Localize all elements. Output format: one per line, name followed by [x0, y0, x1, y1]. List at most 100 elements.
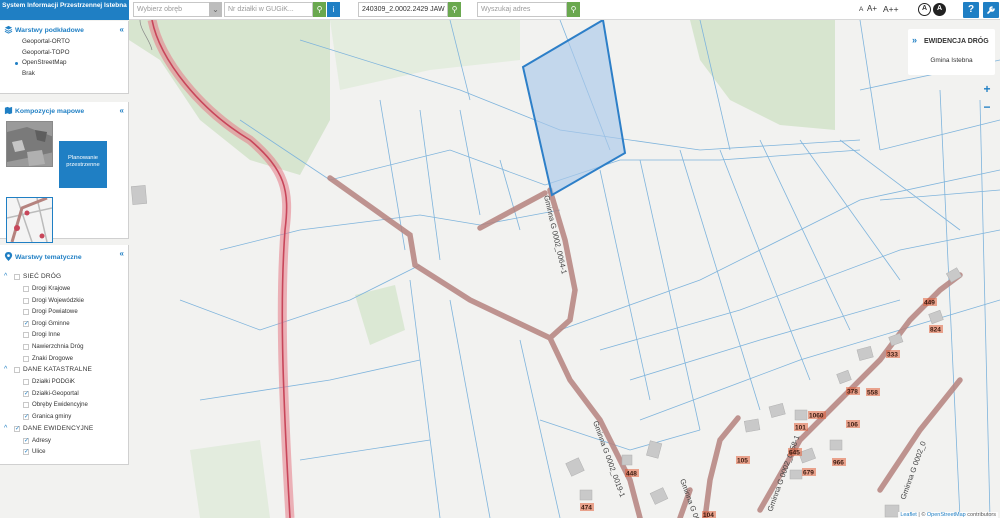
layer-item[interactable]: Obręby Ewidencyjne	[0, 399, 128, 411]
house-number: 474	[581, 505, 592, 512]
address-search-icon[interactable]: ⚲	[567, 2, 580, 17]
meadow-area	[190, 440, 270, 518]
checkbox[interactable]	[23, 297, 29, 304]
checkbox-checked[interactable]: ✓	[23, 390, 29, 397]
base-layer-label: Geoportal-TOPO	[22, 48, 70, 56]
help-button[interactable]: ?	[963, 2, 979, 18]
group-label: DANE EWIDENCYJNE	[23, 424, 94, 432]
layer-group-cadastral[interactable]: ^ DANE KATASTRALNE	[0, 364, 128, 376]
layer-item[interactable]: Znaki Drogowe	[0, 353, 128, 365]
wrench-icon[interactable]	[983, 2, 999, 18]
zoom-out-button[interactable]: −	[980, 100, 994, 114]
base-layer-option[interactable]: OpenStreetMap	[0, 58, 128, 69]
map-canvas[interactable]: Gminna G 0002_0064-1 Gminna G 0002_0019-…	[0, 0, 1000, 518]
map-icon	[4, 106, 13, 115]
region-select[interactable]: Wybierz obręb	[133, 2, 210, 17]
thematic-title: Warstwy tematyczne	[15, 254, 82, 261]
expand-icon[interactable]: »	[912, 35, 917, 45]
region-dropdown-icon[interactable]: ⌄	[209, 2, 222, 17]
layer-item[interactable]: Nawierzchnia Dróg	[0, 341, 128, 353]
attribution-separator: | ©	[916, 512, 927, 518]
radio-icon[interactable]	[15, 62, 18, 65]
osm-link[interactable]: OpenStreetMap	[927, 512, 966, 518]
layer-label: Drogi Powiatowe	[32, 308, 78, 316]
layer-item[interactable]: Drogi Powiatowe	[0, 306, 128, 318]
house-number: 1060	[809, 413, 824, 420]
layer-group-roads[interactable]: ^ SIEĆ DRÓG	[0, 271, 128, 283]
base-layer-label: OpenStreetMap	[22, 59, 67, 66]
orthophoto-composition-thumbnail[interactable]	[6, 121, 53, 167]
house-number: 448	[626, 471, 637, 478]
checkbox[interactable]	[14, 367, 20, 374]
house-number: 333	[887, 352, 898, 359]
checkbox-checked[interactable]: ✓	[23, 449, 29, 456]
font-medium-button[interactable]: A+	[867, 4, 877, 13]
base-layer-option[interactable]: Geoportal-ORTO	[0, 37, 128, 48]
road-registry-subtitle: Gmina Istebna	[930, 57, 973, 64]
attribution-tail: contributors	[965, 512, 996, 518]
base-layers-panel: Warstwy podkładowe « Geoportal-ORTO Geop…	[0, 21, 129, 94]
map-pin-icon	[4, 252, 13, 261]
parcel-search-icon[interactable]: ⚲	[313, 2, 326, 17]
checkbox[interactable]	[23, 379, 29, 386]
chevron-up-icon[interactable]: ^	[4, 364, 8, 376]
chevron-up-icon[interactable]: ^	[4, 423, 8, 435]
radio-icon[interactable]	[15, 41, 18, 44]
layer-item[interactable]: Drogi Inne	[0, 329, 128, 341]
planning-composition-button[interactable]: Planowanie przestrzenne	[59, 141, 107, 188]
layer-item[interactable]: ✓ Adresy	[0, 435, 128, 447]
checkbox-checked[interactable]: ✓	[23, 320, 29, 327]
collapse-icon[interactable]: «	[120, 106, 124, 115]
collapse-icon[interactable]: «	[120, 249, 124, 258]
layer-label: Drogi Gminne	[32, 319, 70, 327]
thematic-layers-panel: Warstwy tematyczne « ^ SIEĆ DRÓG Drogi Kr…	[0, 245, 129, 465]
layer-item[interactable]: Działki PODGiK	[0, 376, 128, 388]
checkbox[interactable]	[23, 343, 29, 350]
leaflet-link[interactable]: Leaflet	[900, 512, 917, 518]
parcel-id-search-icon[interactable]: ⚲	[448, 2, 461, 17]
checkbox-checked[interactable]: ✓	[23, 413, 29, 420]
address-search-input[interactable]: Wyszukaj adres	[477, 2, 567, 17]
contrast-high-button[interactable]: A	[933, 3, 946, 16]
layer-item[interactable]: ✓ Działki-Geoportal	[0, 388, 128, 400]
house-number: 104	[703, 512, 714, 518]
layers-icon	[4, 25, 13, 34]
font-large-button[interactable]: A++	[883, 4, 899, 14]
zoom-in-button[interactable]: +	[980, 82, 994, 96]
checkbox[interactable]	[23, 355, 29, 362]
house-number: 105	[737, 458, 748, 465]
layer-item[interactable]: ✓ Granica gminy	[0, 411, 128, 423]
radio-icon[interactable]	[15, 72, 18, 76]
font-small-button[interactable]: A	[859, 6, 863, 13]
layer-label: Działki-Geoportal	[32, 389, 79, 397]
checkbox[interactable]	[23, 402, 29, 409]
layer-label: Działki PODGiK	[32, 378, 76, 386]
collapse-icon[interactable]: «	[120, 25, 124, 34]
layer-label: Drogi Inne	[32, 331, 61, 339]
parcel-id-field[interactable]: 240309_2.0002.2429 JAW	[358, 2, 448, 17]
layer-item[interactable]: ✓ Drogi Gminne	[0, 318, 128, 330]
checkbox-checked[interactable]: ✓	[23, 437, 29, 444]
checkbox-checked[interactable]: ✓	[14, 425, 20, 432]
radio-icon[interactable]	[15, 51, 18, 55]
layer-label: Ulice	[32, 448, 46, 456]
house-number: 101	[795, 425, 806, 432]
checkbox[interactable]	[23, 286, 29, 292]
roads-composition-thumbnail[interactable]	[6, 197, 53, 243]
base-layer-label: Brak	[22, 69, 35, 77]
info-icon[interactable]: i	[327, 2, 340, 17]
checkbox[interactable]	[14, 274, 20, 280]
parcel-search-input[interactable]: Nr działki w GUGiK...	[224, 2, 313, 17]
checkbox[interactable]	[23, 309, 29, 316]
base-layer-option[interactable]: Geoportal-TOPO	[0, 48, 128, 59]
chevron-up-icon[interactable]: ^	[4, 271, 8, 283]
checkbox[interactable]	[23, 332, 29, 339]
layer-group-registry[interactable]: ^ ✓ DANE EWIDENCYJNE	[0, 423, 128, 435]
layer-item[interactable]: Drogi Krajowe	[0, 283, 128, 295]
contrast-normal-button[interactable]: A	[918, 3, 931, 16]
app-title[interactable]: System Informacji Przestrzennej Istebna	[0, 0, 129, 20]
base-layer-option[interactable]: Brak	[0, 69, 128, 80]
layer-label: Nawierzchnia Dróg	[32, 342, 84, 350]
layer-item[interactable]: ✓ Ulice	[0, 446, 128, 458]
layer-item[interactable]: Drogi Wojewódzkie	[0, 295, 128, 307]
